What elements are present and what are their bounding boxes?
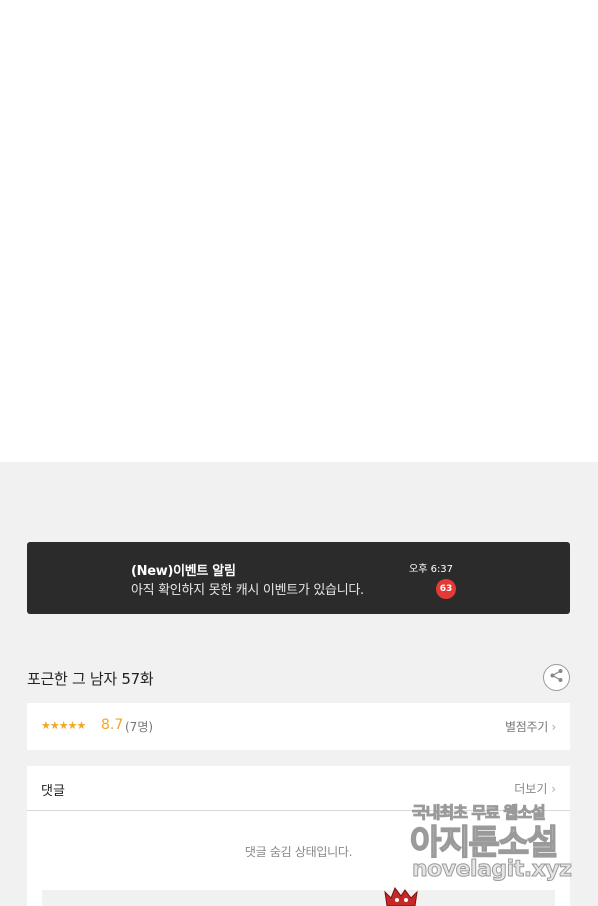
- rate-button-label: 별점주기: [505, 720, 548, 734]
- notification-title: (New)이벤트 알림: [131, 564, 236, 579]
- event-notification[interactable]: (New)이벤트 알림 아직 확인하지 못한 캐시 이벤트가 있습니다. 오후 …: [27, 542, 570, 614]
- chevron-right-icon: ›: [551, 782, 556, 796]
- notification-message: 아직 확인하지 못한 캐시 이벤트가 있습니다.: [131, 583, 364, 598]
- episode-title: 포근한 그 남자 57화: [27, 670, 154, 688]
- rate-button[interactable]: 별점주기 ›: [505, 718, 556, 735]
- share-button[interactable]: [543, 664, 570, 691]
- star-rating-icon: ★★★★★: [41, 719, 86, 732]
- rating-count: (7명): [125, 720, 154, 734]
- chevron-right-icon: ›: [551, 720, 557, 734]
- notification-badge: 63: [436, 579, 456, 599]
- content-blank-area: [0, 0, 598, 462]
- share-icon: [549, 668, 564, 687]
- notification-time: 오후 6:37: [409, 564, 454, 575]
- site-watermark: 국내최초 무료 웹소설 아지툰소설 novelagit.xyz: [409, 797, 585, 892]
- more-comments-link[interactable]: 더보기 ›: [514, 780, 556, 797]
- rating-score: 8.7: [101, 717, 124, 733]
- comment-label: 댓글: [41, 784, 65, 799]
- watermark-url: novelagit.xyz: [411, 857, 572, 883]
- more-link-label: 더보기: [514, 782, 548, 796]
- rating-card: ★★★★★ 8.7 (7명) 별점주기 ›: [27, 703, 570, 750]
- comment-input-bar[interactable]: [42, 890, 555, 906]
